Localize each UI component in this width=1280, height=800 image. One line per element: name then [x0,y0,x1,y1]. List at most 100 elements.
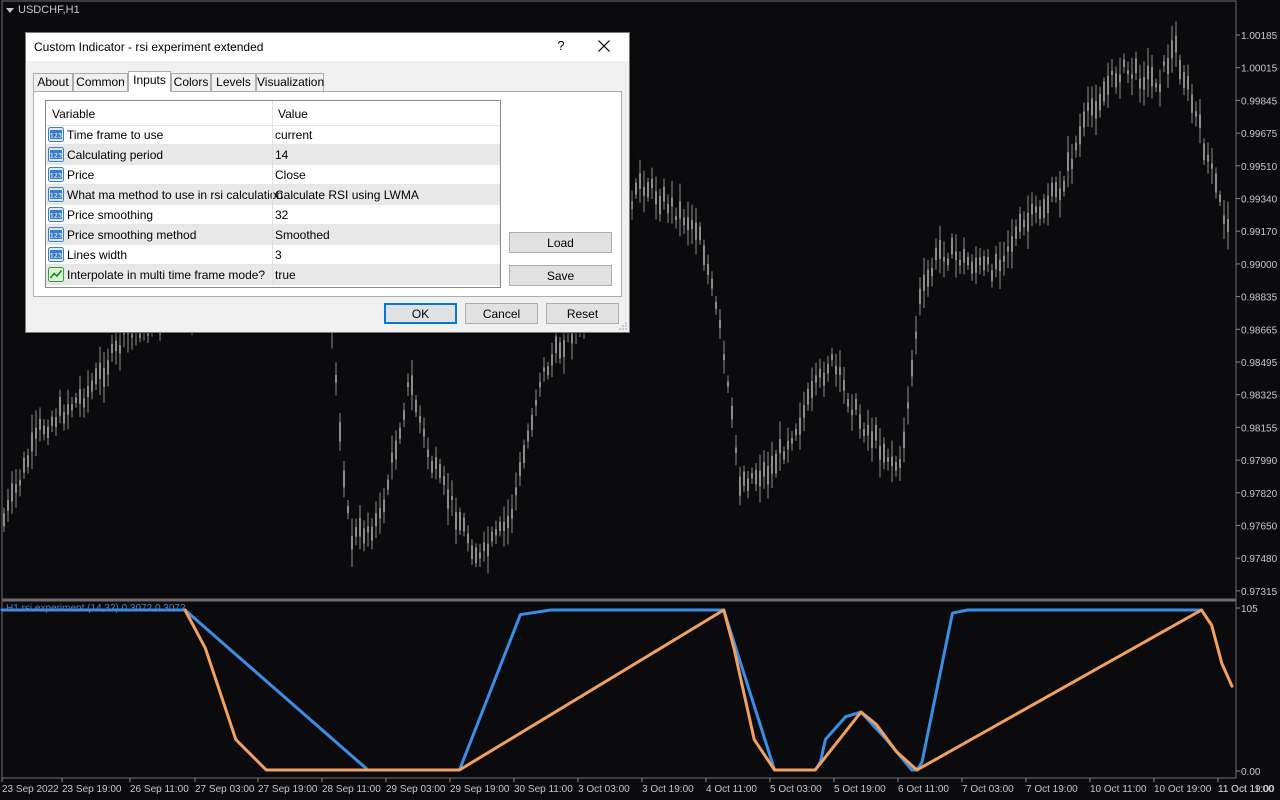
inputs-table[interactable]: Variable Value 123 Time frame to use cur… [45,100,501,288]
candle-body [115,340,117,352]
candle-body [759,470,761,487]
table-row[interactable]: 123 Price smoothing method Smoothed [46,225,500,245]
candle-body [771,455,773,474]
candle-body [651,178,653,188]
candle-body [379,508,381,519]
tab-visualization[interactable]: Visualization [256,73,324,91]
candle-body [827,363,829,374]
candle-body [1155,83,1157,88]
load-button[interactable]: Load [509,232,612,253]
save-button[interactable]: Save [509,265,612,286]
candle-body [763,462,765,477]
price-tick-label: 0.99340 [1241,195,1278,206]
candle-body [643,186,645,196]
tab-inputs[interactable]: Inputs [128,71,171,92]
cancel-button[interactable]: Cancel [465,303,538,324]
param-value[interactable]: 3 [275,248,282,262]
param-value[interactable]: current [275,128,312,142]
chart-symbol-label[interactable]: USDCHF,H1 [6,4,80,16]
param-value[interactable]: Calculate RSI using LWMA [275,188,419,202]
price-tick-label: 0.99675 [1241,129,1278,140]
candle-body [1083,111,1085,128]
price-tick-label: 0.98155 [1241,423,1278,434]
param-value[interactable]: 14 [275,148,288,162]
candle-body [999,259,1001,272]
param-value[interactable]: 32 [275,208,288,222]
candle-body [1027,213,1029,232]
candle-body [475,547,477,563]
time-tick-label: 3 Oct 03:00 [578,784,630,795]
resize-grip-icon[interactable] [619,322,627,330]
param-name: What ma method to use in rsi calculation [67,188,284,202]
candle-body [747,478,749,491]
table-row[interactable]: 123 Price Close [46,165,500,185]
candle-body [447,489,449,509]
dialog-titlebar[interactable]: Custom Indicator - rsi experiment extend… [26,33,629,61]
candle-body [819,368,821,378]
candle-body [1199,114,1201,128]
candle-body [1131,74,1133,79]
param-value[interactable]: Smoothed [275,228,330,242]
candle-body [1163,61,1165,66]
candle-body [635,182,637,195]
candle-body [119,345,121,354]
price-tick-label: 0.97480 [1241,554,1278,565]
column-header-value[interactable]: Value [278,107,308,121]
numeric-param-icon: 123 [48,227,64,242]
table-row[interactable]: 123 What ma method to use in rsi calcula… [46,185,500,205]
candle-body [1195,111,1197,117]
table-row[interactable]: 123 Time frame to use current [46,125,500,145]
param-value[interactable]: Close [275,168,306,182]
tab-levels[interactable]: Levels [211,73,256,91]
time-tick-label: 3 Oct 19:00 [642,784,694,795]
candle-body [55,417,57,427]
svg-text:123: 123 [50,132,62,140]
candle-body [943,257,945,262]
numeric-param-icon: 123 [48,147,64,162]
candle-body [495,529,497,536]
chevron-down-icon[interactable] [6,7,14,13]
candle-body [507,515,509,529]
help-button[interactable]: ? [555,38,567,53]
candle-body [443,476,445,486]
candle-body [959,259,961,266]
price-tick-label: 0.98325 [1241,391,1278,402]
candle-body [431,460,433,473]
candle-body [107,360,109,375]
svg-text:123: 123 [50,232,62,240]
column-header-variable[interactable]: Variable [52,107,95,121]
close-icon[interactable] [595,37,613,55]
tab-common[interactable]: Common [73,73,128,91]
indicator-tick-label: 105 [1241,604,1258,615]
ok-button[interactable]: OK [384,303,457,324]
column-divider[interactable] [272,101,273,125]
candle-body [1043,199,1045,219]
table-row[interactable]: 123 Lines width 3 [46,245,500,265]
table-row[interactable]: 123 Price smoothing 32 [46,205,500,225]
candle-body [371,526,373,541]
price-tick-label: 0.99510 [1241,162,1278,173]
candle-body [95,368,97,385]
candle-body [883,443,885,463]
price-tick-label: 1.00015 [1241,64,1278,75]
candle-body [923,274,925,292]
candle-body [1051,182,1053,197]
candle-body [35,427,37,439]
table-row[interactable]: 123 Calculating period 14 [46,145,500,165]
time-tick-label: 29 Sep 19:00 [450,784,510,795]
price-tick-label: 1.00185 [1241,31,1278,42]
table-row[interactable]: Interpolate in multi time frame mode? tr… [46,265,500,285]
tab-about[interactable]: About [33,73,73,91]
candle-body [903,431,905,448]
candle-body [975,257,977,273]
tab-colors[interactable]: Colors [171,73,211,91]
candle-body [639,173,641,189]
reset-button[interactable]: Reset [546,303,619,324]
candle-body [1135,58,1137,74]
numeric-param-icon: 123 [48,127,64,142]
candle-body [875,424,877,441]
candle-body [27,455,29,467]
candle-body [879,445,881,460]
param-value[interactable]: true [275,268,296,282]
candle-body [951,237,953,255]
